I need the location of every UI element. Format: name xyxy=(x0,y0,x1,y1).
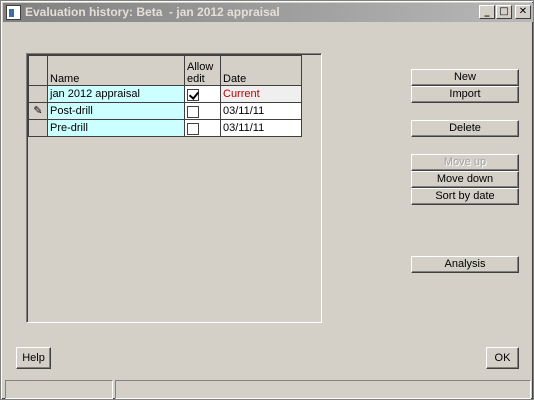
allow-edit-cell[interactable] xyxy=(184,85,221,103)
maximize-button[interactable]: □ xyxy=(496,5,512,19)
move-up-button[interactable]: Move up xyxy=(411,154,519,171)
table-header-row: Name Allow edit Date xyxy=(28,55,302,86)
evaluation-history-dialog: Evaluation history: Beta - jan 2012 appr… xyxy=(0,0,534,400)
date-cell[interactable]: 03/11/11 xyxy=(220,119,302,137)
row-selector[interactable] xyxy=(28,85,48,103)
row-selector[interactable] xyxy=(28,119,48,137)
row-header-corner xyxy=(28,55,48,86)
table-row[interactable]: Pre-drill 03/11/11 xyxy=(28,119,302,137)
name-cell[interactable]: Pre-drill xyxy=(47,119,185,137)
name-cell[interactable]: Post-drill xyxy=(47,102,185,120)
help-button[interactable]: Help xyxy=(16,347,51,369)
evaluation-grid[interactable]: Name Allow edit Date jan 2012 appraisal … xyxy=(26,53,322,323)
status-pane-left xyxy=(5,380,113,399)
date-cell[interactable]: Current xyxy=(220,85,302,103)
allow-edit-cell[interactable] xyxy=(184,119,221,137)
app-icon xyxy=(6,5,21,20)
allow-edit-cell[interactable] xyxy=(184,102,221,120)
delete-button[interactable]: Delete xyxy=(411,120,519,137)
status-bar xyxy=(3,380,533,399)
new-button[interactable]: New xyxy=(411,69,519,86)
move-down-button[interactable]: Move down xyxy=(411,171,519,188)
allow-edit-checkbox[interactable] xyxy=(187,106,199,118)
row-selector[interactable]: ✎ xyxy=(28,102,48,120)
sort-by-date-button[interactable]: Sort by date xyxy=(411,188,519,205)
status-pane-right xyxy=(115,380,531,399)
allow-edit-checkbox[interactable] xyxy=(187,123,199,135)
column-header-allow-edit[interactable]: Allow edit xyxy=(184,55,221,86)
name-cell[interactable]: jan 2012 appraisal xyxy=(47,85,185,103)
column-header-date[interactable]: Date xyxy=(220,55,302,86)
allow-edit-checkbox[interactable] xyxy=(187,89,199,101)
ok-button[interactable]: OK xyxy=(486,347,519,369)
table-row[interactable]: ✎ Post-drill 03/11/11 xyxy=(28,102,302,120)
minimize-button[interactable]: _ xyxy=(479,5,495,19)
column-header-name[interactable]: Name xyxy=(47,55,185,86)
window-title: Evaluation history: Beta - jan 2012 appr… xyxy=(25,5,280,19)
title-bar[interactable]: Evaluation history: Beta - jan 2012 appr… xyxy=(3,3,533,22)
import-button[interactable]: Import xyxy=(411,86,519,103)
evaluation-table: Name Allow edit Date jan 2012 appraisal … xyxy=(28,55,302,137)
date-cell[interactable]: 03/11/11 xyxy=(220,102,302,120)
analysis-button[interactable]: Analysis xyxy=(411,256,519,273)
close-button[interactable]: ✕ xyxy=(515,5,531,19)
pencil-icon: ✎ xyxy=(33,104,43,117)
table-row[interactable]: jan 2012 appraisal Current xyxy=(28,85,302,103)
